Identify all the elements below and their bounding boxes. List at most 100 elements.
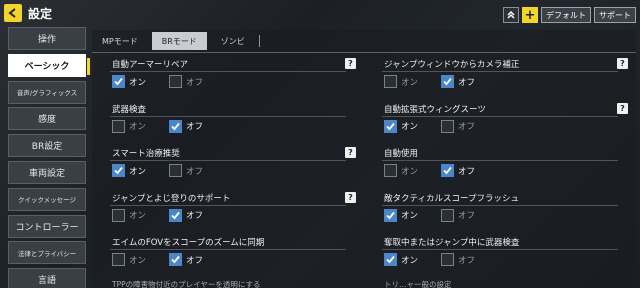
- setting-divider: [382, 160, 618, 161]
- question-icon[interactable]: ?: [617, 58, 628, 69]
- check-icon: [386, 211, 395, 219]
- partial-setting-right: トリ…ャー般の設定: [384, 280, 452, 288]
- option-off[interactable]: オフ: [441, 119, 498, 133]
- option-on[interactable]: オン: [384, 253, 441, 266]
- sidebar-item[interactable]: 操作: [8, 27, 86, 50]
- sidebar-item[interactable]: 言語: [8, 268, 86, 288]
- checkbox[interactable]: [384, 119, 397, 133]
- option-label: オフ: [186, 122, 204, 132]
- setting-title: 自動使用: [384, 149, 419, 159]
- top-actions: + デフォルト サポート: [503, 7, 636, 23]
- support-button[interactable]: サポート: [594, 7, 636, 23]
- option-label: オン: [401, 211, 419, 221]
- option-off[interactable]: オフ: [169, 253, 226, 266]
- checkbox[interactable]: [112, 164, 125, 177]
- option-off[interactable]: オフ: [169, 119, 226, 133]
- option-off[interactable]: オフ: [169, 208, 226, 222]
- checkbox[interactable]: [384, 208, 397, 222]
- option-label: オン: [129, 211, 147, 221]
- option-on[interactable]: オン: [384, 208, 441, 222]
- sidebar-item[interactable]: ベーシック: [8, 53, 90, 77]
- option-off[interactable]: オフ: [441, 164, 498, 177]
- option-label: オフ: [458, 122, 476, 132]
- setting-row: 自動拡張式ウィングスーツ? オン オフ: [382, 100, 632, 145]
- check-icon: [114, 77, 123, 86]
- checkbox[interactable]: [384, 75, 397, 88]
- option-off[interactable]: オフ: [441, 75, 498, 88]
- check-icon: [171, 255, 180, 264]
- checkbox[interactable]: [441, 253, 454, 266]
- default-button[interactable]: デフォルト: [541, 7, 591, 23]
- option-label: オン: [129, 166, 147, 177]
- option-label: オン: [129, 77, 147, 88]
- checkbox[interactable]: [169, 208, 182, 222]
- option-on[interactable]: オン: [112, 253, 169, 266]
- setting-title: スマート治療推奨: [112, 149, 180, 159]
- option-group: オン オフ: [112, 208, 226, 222]
- left-settings-column: 自動アーマーリペア? オン オフ 武器検査 オン オフ スマート治療推奨? オン オフ ジャンプと…: [110, 55, 360, 278]
- check-icon: [443, 77, 452, 86]
- sidebar-item[interactable]: クイックメッセージ: [8, 187, 86, 211]
- checkbox[interactable]: [441, 208, 454, 222]
- add-button[interactable]: +: [522, 7, 538, 23]
- checkbox[interactable]: [384, 164, 397, 177]
- checkbox[interactable]: [441, 75, 454, 88]
- setting-divider: [382, 249, 618, 250]
- sidebar-item[interactable]: BR設定: [8, 134, 86, 158]
- partial-setting-left: TPPの障害物付近のプレイヤーを透明にする: [112, 280, 261, 288]
- option-label: オフ: [186, 211, 204, 221]
- back-button[interactable]: [4, 4, 22, 22]
- setting-divider: [110, 115, 346, 117]
- option-on[interactable]: オン: [384, 75, 441, 88]
- setting-title: ジャンプとよじ登りのサポート: [112, 193, 231, 204]
- sidebar-item[interactable]: 法律とプライバシー: [8, 241, 86, 265]
- checkbox[interactable]: [112, 208, 125, 222]
- checkbox[interactable]: [441, 119, 454, 133]
- top-bar: 設定 + デフォルト サポート: [0, 0, 640, 28]
- setting-divider: [110, 71, 346, 72]
- checkbox[interactable]: [112, 119, 125, 133]
- sidebar-item[interactable]: 音声/グラフィックス: [8, 80, 86, 104]
- sidebar-item[interactable]: コントローラー: [8, 214, 86, 238]
- sidebar: 操作ベーシック音声/グラフィックス 感度 BR設定 車両設定クイックメッセージ コントロ…: [8, 27, 90, 288]
- page-title: 設定: [28, 7, 53, 21]
- question-icon[interactable]: ?: [345, 191, 356, 203]
- checkbox[interactable]: [169, 164, 182, 177]
- option-label: オフ: [458, 77, 476, 88]
- question-icon[interactable]: ?: [617, 102, 628, 114]
- option-label: オン: [401, 166, 419, 177]
- question-icon[interactable]: ?: [345, 147, 356, 158]
- option-on[interactable]: オン: [384, 164, 441, 177]
- checkbox[interactable]: [384, 253, 397, 266]
- option-label: オフ: [186, 255, 204, 266]
- tab[interactable]: ゾンビ: [211, 32, 255, 50]
- option-on[interactable]: オン: [112, 119, 169, 133]
- checkbox[interactable]: [169, 119, 182, 133]
- option-on[interactable]: オン: [112, 208, 169, 222]
- setting-divider: [382, 204, 618, 206]
- collapse-button[interactable]: [503, 7, 519, 23]
- checkbox[interactable]: [112, 75, 125, 88]
- checkbox[interactable]: [441, 164, 454, 177]
- setting-row: 自動アーマーリペア? オン オフ: [110, 55, 360, 100]
- option-off[interactable]: オフ: [441, 253, 498, 266]
- setting-title: 武器検査: [112, 104, 147, 115]
- question-icon[interactable]: ?: [345, 58, 356, 69]
- option-on[interactable]: オン: [112, 164, 169, 177]
- check-icon: [386, 255, 395, 264]
- sidebar-item[interactable]: 感度: [8, 107, 86, 131]
- checkbox[interactable]: [169, 75, 182, 88]
- setting-title: エイムのFOVをスコープのズームに同期: [112, 238, 265, 248]
- checkbox[interactable]: [112, 253, 125, 266]
- option-on[interactable]: オン: [112, 75, 169, 88]
- setting-row: 敵タクティカルスコープフラッシュ オン オフ: [382, 189, 632, 234]
- sidebar-item[interactable]: 車両設定: [8, 160, 86, 184]
- tab[interactable]: MPモード: [92, 32, 148, 50]
- option-off[interactable]: オフ: [441, 208, 498, 222]
- tab[interactable]: BRモード: [151, 32, 207, 50]
- option-on[interactable]: オン: [384, 119, 441, 133]
- mode-tabs: MPモード BRモード ゾンビ: [92, 30, 260, 52]
- option-off[interactable]: オフ: [169, 75, 226, 88]
- checkbox[interactable]: [169, 253, 182, 266]
- option-off[interactable]: オフ: [169, 164, 226, 177]
